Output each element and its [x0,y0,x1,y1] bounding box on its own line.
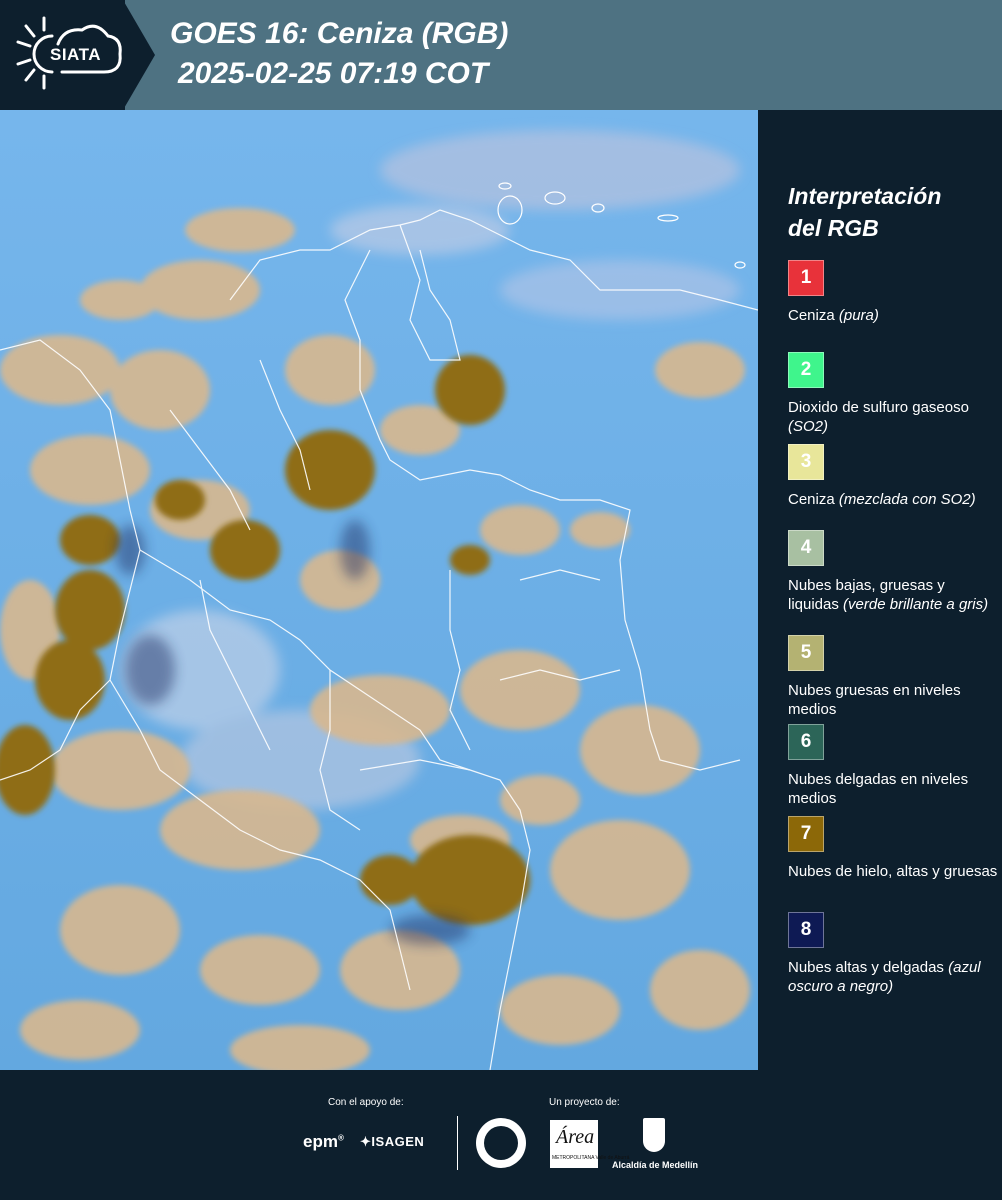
legend-note: (SO2) [788,418,829,435]
footer-divider [457,1116,458,1170]
satellite-map [0,110,758,1070]
logo-text: SIATA [50,45,101,64]
legend-label: Nubes de hielo, altas y gruesas [788,862,998,881]
epm-text: epm [303,1132,338,1151]
legend-item-8: 8 Nubes altas y delgadas (azul oscuro a n… [788,912,998,996]
alcaldia-label: Alcaldía de Medellín [612,1160,699,1170]
legend-text: Nubes gruesas en niveles medios [788,682,961,718]
legend-swatch: 7 [788,816,824,852]
isagen-text: ISAGEN [371,1134,425,1149]
header-bar: SIATA GOES 16: Ceniza (RGB) 2025-02-25 0… [0,0,1002,110]
alcaldia-shield-icon [643,1118,665,1152]
legend-swatch: 4 [788,530,824,566]
area-text: Área [556,1126,595,1148]
epm-logo: epm® [303,1132,344,1151]
legend-note: (pura) [838,307,879,324]
legend-item-5: 5 Nubes gruesas en niveles medios [788,635,998,719]
university-seal-icon [476,1118,526,1168]
legend-label: Ceniza (pura) [788,306,998,325]
legend-note: (verde brillante a gris) [843,596,989,613]
legend-swatch: 5 [788,635,824,671]
legend-swatch: 6 [788,724,824,760]
project-label: Un proyecto de: [549,1097,620,1108]
legend-item-3: 3 Ceniza (mezclada con SO2) [788,444,998,509]
area-metropolitana-logo: Área METROPOLITANA Valle de Aburrá [550,1120,629,1168]
legend-swatch: 2 [788,352,824,388]
logo-wedge [123,0,155,110]
legend-note: (mezclada con SO2) [838,491,976,508]
legend-item-4: 4 Nubes bajas, gruesas y liquidas (verde … [788,530,998,614]
legend-label: Nubes altas y delgadas (azul oscuro a ne… [788,958,998,996]
legend-label: Nubes delgadas en niveles medios [788,770,998,808]
isagen-logo: ✦ISAGEN [360,1134,425,1149]
legend-item-7: 7 Nubes de hielo, altas y gruesas [788,816,998,881]
legend-item-6: 6 Nubes delgadas en niveles medios [788,724,998,808]
legend-label: Ceniza (mezclada con SO2) [788,490,998,509]
legend-item-1: 1 Ceniza (pura) [788,260,998,325]
page-title: GOES 16: Ceniza (RGB) 2025-02-25 07:19 C… [170,14,508,94]
legend-label: Nubes bajas, gruesas y liquidas (verde b… [788,576,998,614]
legend-text: Dioxido de sulfuro gaseoso [788,399,969,416]
legend-title-line1: Interpretación [788,183,942,209]
title-product: GOES 16: Ceniza (RGB) [170,17,509,50]
legend-swatch: 3 [788,444,824,480]
legend-panel: Interpretación del RGB 1 Ceniza (pura) 2 Di… [758,110,1002,1070]
title-timestamp: 2025-02-25 07:19 COT [178,57,489,90]
siata-logo: SIATA [0,0,125,110]
legend-text: Nubes altas y delgadas [788,959,944,976]
satellite-image [0,110,758,1070]
footer: Con el apoyo de: Un proyecto de: epm® ✦I… [0,1070,1002,1200]
legend-title: Interpretación del RGB [788,180,941,244]
legend-text: Nubes delgadas en niveles medios [788,771,969,807]
legend-label: Dioxido de sulfuro gaseoso (SO2) [788,398,998,436]
legend-item-2: 2 Dioxido de sulfuro gaseoso (SO2) [788,352,998,436]
legend-swatch: 1 [788,260,824,296]
legend-text: Ceniza [788,491,835,508]
legend-swatch: 8 [788,912,824,948]
legend-text: Nubes de hielo, altas y gruesas [788,863,998,880]
support-label: Con el apoyo de: [328,1097,404,1108]
legend-title-line2: del RGB [788,215,879,241]
legend-text: Ceniza [788,307,835,324]
legend-label: Nubes gruesas en niveles medios [788,681,998,719]
